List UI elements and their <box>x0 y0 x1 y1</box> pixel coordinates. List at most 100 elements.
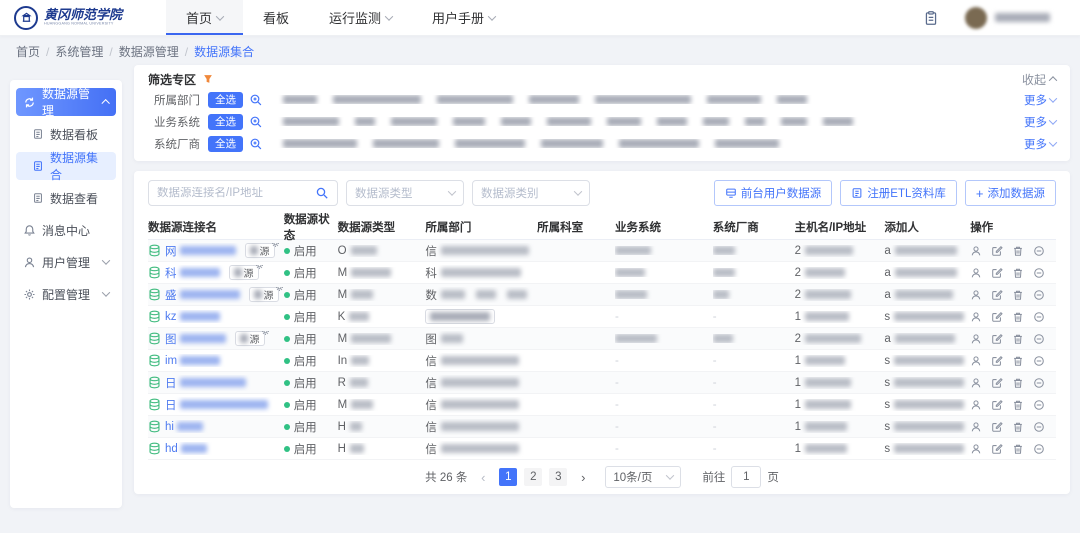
collapse-filters-link[interactable]: 收起 <box>1022 71 1056 88</box>
filter-option-redacted[interactable] <box>823 117 853 126</box>
filter-option-redacted[interactable] <box>547 117 591 126</box>
datasource-name-link[interactable]: 科 <box>165 265 220 281</box>
filter-option-redacted[interactable] <box>391 117 437 126</box>
edit-action-icon[interactable] <box>991 355 1003 367</box>
delete-action-icon[interactable] <box>1012 443 1024 455</box>
user-action-icon[interactable] <box>970 377 982 389</box>
delete-action-icon[interactable] <box>1012 311 1024 323</box>
user-account[interactable] <box>965 7 1050 29</box>
user-action-icon[interactable] <box>970 421 982 433</box>
filter-option-redacted[interactable] <box>333 95 421 104</box>
user-action-icon[interactable] <box>970 333 982 345</box>
page-size-select[interactable]: 10条/页 <box>605 466 681 488</box>
disable-action-icon[interactable] <box>1033 399 1045 411</box>
nav-item-2[interactable]: 运行监测 <box>309 0 412 35</box>
sidebar-item-2[interactable]: 数据源集合 <box>16 152 116 180</box>
prev-page-icon[interactable]: ‹ <box>474 468 492 486</box>
search-input[interactable] <box>157 187 315 199</box>
filter-option-redacted[interactable] <box>453 117 485 126</box>
datasource-name-link[interactable]: 图 <box>165 331 226 347</box>
filter-option-redacted[interactable] <box>355 117 375 126</box>
user-action-icon[interactable] <box>970 289 982 301</box>
datasource-name-link[interactable]: 日 <box>165 397 268 413</box>
delete-action-icon[interactable] <box>1012 267 1024 279</box>
page-number-1[interactable]: 1 <box>499 468 517 486</box>
disable-action-icon[interactable] <box>1033 333 1045 345</box>
filter-option-redacted[interactable] <box>745 117 765 126</box>
disable-action-icon[interactable] <box>1033 421 1045 433</box>
zoom-in-icon[interactable] <box>249 137 263 151</box>
more-link[interactable]: 更多 <box>1024 136 1056 152</box>
disable-action-icon[interactable] <box>1033 267 1045 279</box>
datasource-name-link[interactable]: 网 <box>165 243 236 259</box>
user-action-icon[interactable] <box>970 399 982 411</box>
edit-action-icon[interactable] <box>991 377 1003 389</box>
filter-option-redacted[interactable] <box>657 117 687 126</box>
filter-option-redacted[interactable] <box>373 139 439 148</box>
more-link[interactable]: 更多 <box>1024 92 1056 108</box>
user-action-icon[interactable] <box>970 245 982 257</box>
sidebar-item-6[interactable]: 配置管理 <box>16 280 116 308</box>
page-number-2[interactable]: 2 <box>524 468 542 486</box>
datasource-name-link[interactable]: 盛 <box>165 287 240 303</box>
user-action-icon[interactable] <box>970 311 982 323</box>
disable-action-icon[interactable] <box>1033 355 1045 367</box>
edit-action-icon[interactable] <box>991 333 1003 345</box>
edit-action-icon[interactable] <box>991 267 1003 279</box>
delete-action-icon[interactable] <box>1012 245 1024 257</box>
breadcrumb-item-1[interactable]: 系统管理 <box>55 43 103 60</box>
breadcrumb-item-0[interactable]: 首页 <box>16 43 40 60</box>
zoom-in-icon[interactable] <box>249 93 263 107</box>
clipboard-icon[interactable] <box>923 10 939 26</box>
edit-action-icon[interactable] <box>991 289 1003 301</box>
select-datasource-type[interactable]: 数据源类型 <box>346 180 464 206</box>
toolbar-button-1[interactable]: 注册ETL资料库 <box>840 180 957 206</box>
user-action-icon[interactable] <box>970 355 982 367</box>
filter-option-redacted[interactable] <box>455 139 525 148</box>
filter-option-redacted[interactable] <box>529 95 579 104</box>
sidebar-item-0[interactable]: 数据源管理 <box>16 88 116 116</box>
filter-option-redacted[interactable] <box>707 95 761 104</box>
delete-action-icon[interactable] <box>1012 421 1024 433</box>
datasource-name-link[interactable]: im <box>165 355 220 367</box>
edit-action-icon[interactable] <box>991 443 1003 455</box>
breadcrumb-item-2[interactable]: 数据源管理 <box>119 43 179 60</box>
sidebar-item-5[interactable]: 用户管理 <box>16 248 116 276</box>
edit-action-icon[interactable] <box>991 245 1003 257</box>
goto-page-input[interactable] <box>731 466 761 488</box>
select-all-button[interactable]: 全选 <box>208 114 243 130</box>
filter-option-redacted[interactable] <box>595 95 691 104</box>
select-datasource-category[interactable]: 数据源类别 <box>472 180 590 206</box>
sidebar-item-4[interactable]: 消息中心 <box>16 216 116 244</box>
select-all-button[interactable]: 全选 <box>208 92 243 108</box>
filter-option-redacted[interactable] <box>283 139 357 148</box>
datasource-name-link[interactable]: hd <box>165 443 207 455</box>
disable-action-icon[interactable] <box>1033 245 1045 257</box>
more-link[interactable]: 更多 <box>1024 114 1056 130</box>
delete-action-icon[interactable] <box>1012 355 1024 367</box>
filter-option-redacted[interactable] <box>437 95 513 104</box>
page-number-3[interactable]: 3 <box>549 468 567 486</box>
edit-action-icon[interactable] <box>991 311 1003 323</box>
toolbar-button-2[interactable]: +添加数据源 <box>965 180 1056 206</box>
nav-item-1[interactable]: 看板 <box>243 0 309 35</box>
edit-action-icon[interactable] <box>991 399 1003 411</box>
search-icon[interactable] <box>315 186 329 200</box>
next-page-icon[interactable]: › <box>574 468 592 486</box>
sidebar-item-1[interactable]: 数据看板 <box>16 120 116 148</box>
filter-option-redacted[interactable] <box>703 117 729 126</box>
disable-action-icon[interactable] <box>1033 443 1045 455</box>
sidebar-item-3[interactable]: 数据查看 <box>16 184 116 212</box>
filter-option-redacted[interactable] <box>777 95 807 104</box>
delete-action-icon[interactable] <box>1012 289 1024 301</box>
delete-action-icon[interactable] <box>1012 333 1024 345</box>
user-action-icon[interactable] <box>970 267 982 279</box>
filter-option-redacted[interactable] <box>607 117 641 126</box>
nav-item-3[interactable]: 用户手册 <box>412 0 515 35</box>
filter-option-redacted[interactable] <box>541 139 603 148</box>
datasource-name-link[interactable]: hi <box>165 421 203 433</box>
user-action-icon[interactable] <box>970 443 982 455</box>
edit-action-icon[interactable] <box>991 421 1003 433</box>
filter-option-redacted[interactable] <box>619 139 699 148</box>
delete-action-icon[interactable] <box>1012 399 1024 411</box>
